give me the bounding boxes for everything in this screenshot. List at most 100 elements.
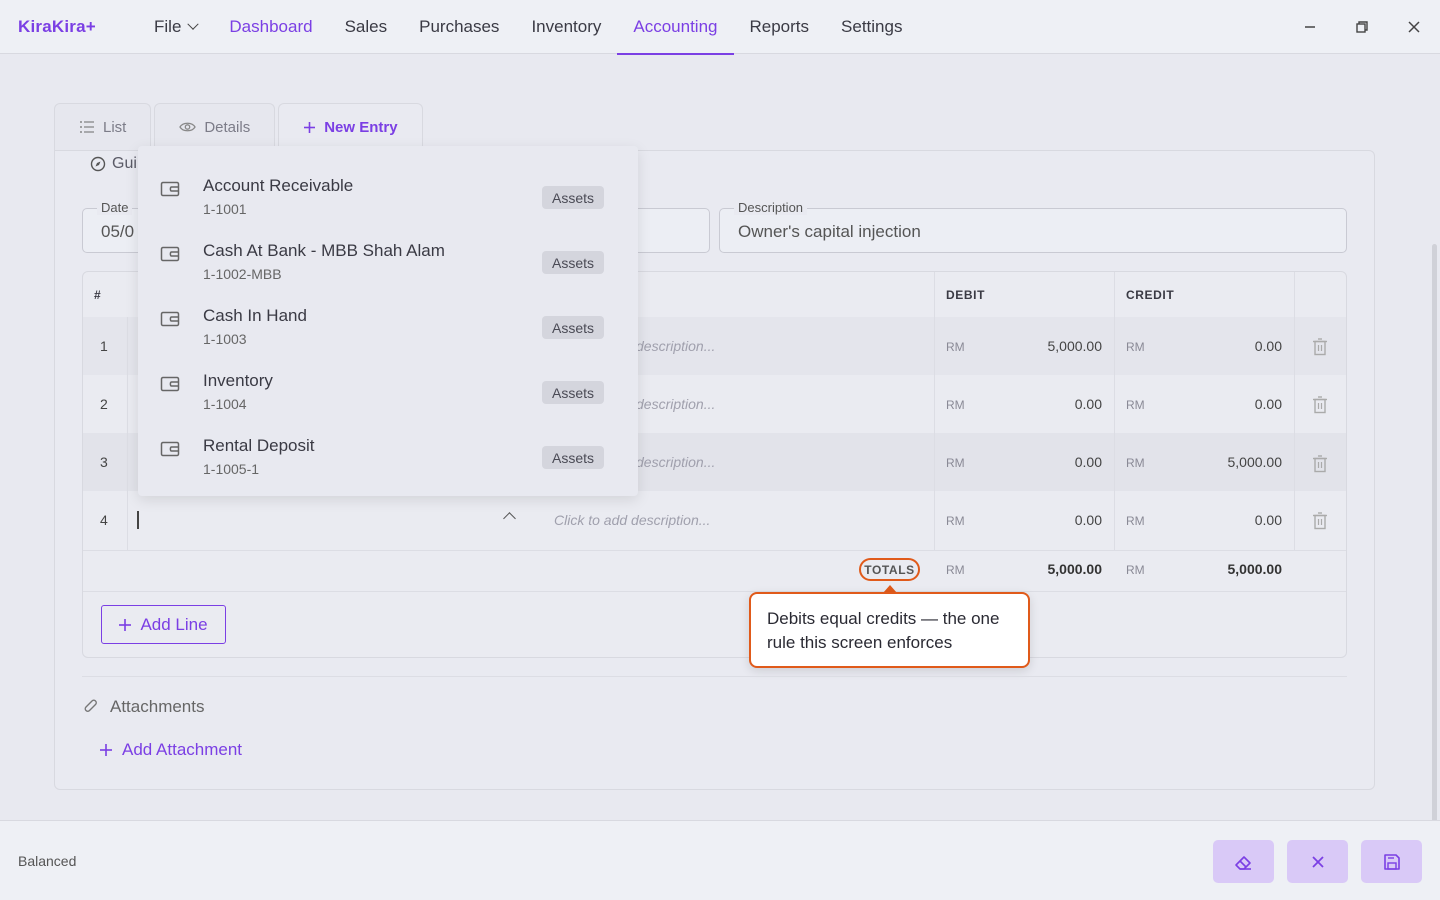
scrollbar[interactable] bbox=[1430, 54, 1440, 874]
option-code: 1-1005-1 bbox=[203, 461, 260, 477]
menu-sales[interactable]: Sales bbox=[329, 0, 404, 54]
credit-cell[interactable]: 0.00 bbox=[1172, 396, 1282, 412]
trash-icon[interactable] bbox=[1312, 512, 1328, 530]
tab-details-label: Details bbox=[204, 118, 251, 136]
account-type-badge: Assets bbox=[542, 316, 605, 339]
row-divider bbox=[83, 591, 1346, 592]
menu-file[interactable]: File bbox=[138, 0, 213, 54]
account-type-badge: Assets bbox=[542, 251, 605, 274]
currency-label: RM bbox=[1126, 456, 1145, 470]
chevron-down-icon bbox=[187, 18, 200, 30]
list-icon bbox=[80, 121, 94, 133]
menu-file-label: File bbox=[154, 17, 182, 36]
debit-cell[interactable]: 0.00 bbox=[992, 512, 1102, 528]
clear-button[interactable] bbox=[1213, 840, 1274, 883]
restore-button[interactable] bbox=[1336, 0, 1388, 54]
menu-inventory[interactable]: Inventory bbox=[515, 0, 617, 54]
account-type-badge: Assets bbox=[542, 446, 605, 469]
top-bar: KiraKira+ File Dashboard Sales Purchases… bbox=[0, 0, 1440, 55]
debit-cell[interactable]: 0.00 bbox=[992, 396, 1102, 412]
save-button[interactable] bbox=[1361, 840, 1422, 883]
tab-details[interactable]: Details bbox=[154, 103, 276, 150]
minimize-icon bbox=[1305, 26, 1315, 28]
close-window-button[interactable] bbox=[1388, 0, 1440, 54]
dropdown-option[interactable]: Cash In Hand 1-1003 Assets bbox=[138, 286, 638, 351]
menu-purchases[interactable]: Purchases bbox=[403, 0, 515, 54]
tab-new-entry-label: New Entry bbox=[324, 118, 398, 136]
save-icon bbox=[1383, 853, 1400, 870]
totals-label: TOTALS bbox=[859, 558, 920, 581]
menu-settings[interactable]: Settings bbox=[825, 0, 918, 54]
menu-dashboard[interactable]: Dashboard bbox=[213, 0, 328, 54]
row-number: 2 bbox=[100, 396, 108, 412]
currency-label: RM bbox=[946, 398, 965, 412]
option-name: Inventory bbox=[203, 371, 273, 390]
eye-icon bbox=[179, 122, 197, 132]
eraser-icon bbox=[1234, 855, 1251, 870]
dropdown-option[interactable]: Account Receivable 1-1001 Assets bbox=[138, 156, 638, 221]
tab-list[interactable]: List bbox=[54, 103, 152, 150]
add-attachment-button[interactable]: Add Attachment bbox=[100, 740, 242, 760]
cancel-button[interactable] bbox=[1287, 840, 1348, 883]
credit-cell[interactable]: 0.00 bbox=[1172, 338, 1282, 354]
trash-icon[interactable] bbox=[1312, 455, 1328, 473]
currency-label: RM bbox=[946, 340, 965, 354]
column-divider bbox=[1294, 272, 1295, 550]
currency-label: RM bbox=[946, 563, 965, 577]
trash-icon[interactable] bbox=[1312, 396, 1328, 414]
account-type-badge: Assets bbox=[542, 186, 605, 209]
header-num: # bbox=[94, 288, 102, 302]
guide-label: Gui bbox=[112, 155, 137, 172]
text-cursor bbox=[137, 511, 139, 529]
header-debit: DEBIT bbox=[946, 288, 985, 302]
compass-icon bbox=[90, 156, 106, 172]
app-logo: KiraKira+ bbox=[18, 17, 96, 36]
divider bbox=[82, 676, 1347, 677]
tab-list-label: List bbox=[103, 118, 127, 136]
footer-bar: Balanced bbox=[0, 820, 1440, 900]
total-debit: 5,000.00 bbox=[1047, 561, 1103, 577]
total-credit: 5,000.00 bbox=[1227, 561, 1283, 577]
description-value: Owner's capital injection bbox=[738, 222, 921, 241]
menu-reports[interactable]: Reports bbox=[734, 0, 826, 54]
credit-cell[interactable]: 5,000.00 bbox=[1172, 454, 1283, 470]
guide-toggle[interactable]: Gui bbox=[90, 155, 137, 173]
option-name: Cash In Hand bbox=[203, 306, 307, 325]
close-icon bbox=[1408, 21, 1420, 33]
dropdown-option[interactable]: Cash At Bank - MBB Shah Alam 1-1002-MBB … bbox=[138, 221, 638, 286]
description-cell[interactable]: description... bbox=[636, 454, 715, 470]
credit-cell[interactable]: 0.00 bbox=[1172, 512, 1282, 528]
tab-new-entry[interactable]: New Entry bbox=[278, 103, 423, 150]
minimize-button[interactable] bbox=[1284, 0, 1336, 54]
column-divider bbox=[934, 272, 935, 550]
currency-label: RM bbox=[946, 456, 965, 470]
menu-accounting[interactable]: Accounting bbox=[617, 0, 734, 55]
currency-label: RM bbox=[1126, 563, 1145, 577]
callout-tooltip: Debits equal credits — the one rule this… bbox=[749, 592, 1030, 668]
trash-icon[interactable] bbox=[1312, 338, 1328, 356]
row-divider bbox=[83, 550, 1346, 551]
option-name: Account Receivable bbox=[203, 176, 354, 195]
dropdown-option[interactable]: Inventory 1-1004 Assets bbox=[138, 351, 638, 416]
dropdown-option[interactable]: Rental Deposit 1-1005-1 Assets bbox=[138, 416, 638, 481]
add-attachment-label: Add Attachment bbox=[122, 740, 243, 759]
debit-cell[interactable]: 5,000.00 bbox=[992, 338, 1103, 354]
plus-icon bbox=[304, 121, 316, 133]
description-cell[interactable]: description... bbox=[636, 338, 715, 354]
description-cell[interactable]: description... bbox=[636, 396, 715, 412]
balance-status: Balanced bbox=[18, 853, 77, 869]
main-menu: File Dashboard Sales Purchases Inventory… bbox=[138, 0, 918, 55]
header-credit: CREDIT bbox=[1126, 288, 1175, 302]
debit-cell[interactable]: 0.00 bbox=[992, 454, 1102, 470]
description-cell[interactable]: Click to add description... bbox=[554, 512, 710, 528]
description-field[interactable]: Description Owner's capital injection bbox=[719, 200, 1347, 253]
row-number: 4 bbox=[100, 512, 108, 528]
wallet-icon bbox=[160, 441, 180, 457]
account-dropdown: Account Receivable 1-1001 Assets Cash At… bbox=[138, 146, 638, 496]
option-code: 1-1001 bbox=[203, 201, 247, 217]
option-name: Cash At Bank - MBB Shah Alam bbox=[203, 241, 445, 260]
scrollbar-thumb[interactable] bbox=[1432, 244, 1437, 874]
add-line-button[interactable]: Add Line bbox=[101, 605, 226, 644]
currency-label: RM bbox=[1126, 514, 1145, 528]
column-divider bbox=[1114, 272, 1115, 550]
